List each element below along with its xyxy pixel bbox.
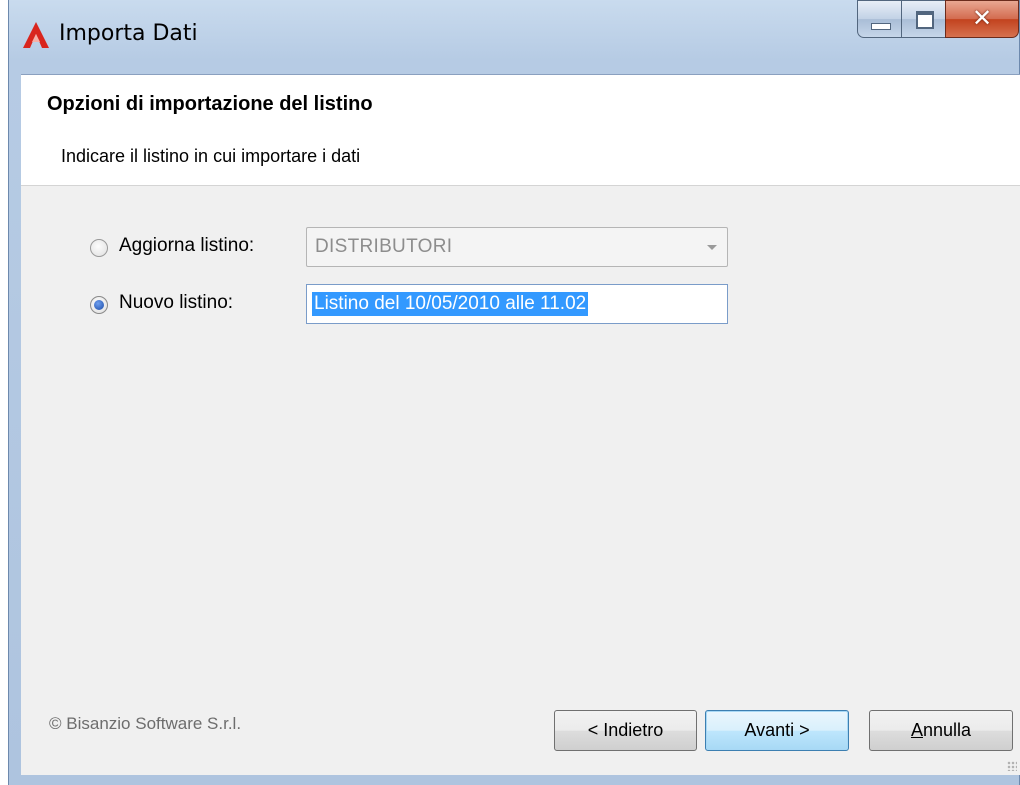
page-subtitle: Indicare il listino in cui importare i d… <box>61 146 361 166</box>
cancel-label-rest: nnulla <box>922 720 972 740</box>
next-button-label: Avanti > <box>744 720 810 740</box>
back-button-label: < Indietro <box>587 720 664 740</box>
chevron-down-icon <box>707 245 717 250</box>
update-listino-radio[interactable] <box>90 239 108 257</box>
cancel-button-label: Annulla <box>911 720 971 741</box>
wizard-header: Opzioni di importazione del listino Indi… <box>21 75 1020 186</box>
listino-dropdown-value: DISTRIBUTORI <box>315 236 453 257</box>
cancel-mnemonic: A <box>910 720 923 740</box>
import-data-window: Importa Dati ✕ Opzioni di importazione d… <box>8 0 1020 785</box>
window-title: Importa Dati <box>59 21 198 46</box>
dialog-client-area: Opzioni di importazione del listino Indi… <box>21 74 1020 775</box>
app-logo-icon <box>23 22 49 48</box>
close-icon: ✕ <box>971 4 993 32</box>
close-button[interactable]: ✕ <box>945 0 1019 38</box>
cancel-button[interactable]: Annulla <box>869 710 1013 751</box>
resize-grip-icon[interactable] <box>1007 761 1017 771</box>
new-listino-radio[interactable] <box>90 296 108 314</box>
new-listino-label[interactable]: Nuovo listino: <box>119 292 233 314</box>
title-bar[interactable]: Importa Dati ✕ <box>9 0 1019 80</box>
new-listino-input[interactable]: Listino del 10/05/2010 alle 11.02 <box>306 284 728 324</box>
listino-dropdown[interactable]: DISTRIBUTORI <box>306 227 728 267</box>
next-button[interactable]: Avanti > <box>705 710 849 751</box>
minimize-icon <box>871 23 891 30</box>
caption-buttons: ✕ <box>857 0 1019 40</box>
new-listino-input-value: Listino del 10/05/2010 alle 11.02 <box>312 292 589 316</box>
back-button[interactable]: < Indietro <box>554 710 697 751</box>
update-listino-label[interactable]: Aggiorna listino: <box>119 235 254 257</box>
maximize-icon <box>916 11 934 29</box>
page-title: Opzioni di importazione del listino <box>47 93 373 115</box>
maximize-button[interactable] <box>901 0 946 38</box>
copyright-text: © Bisanzio Software S.r.l. <box>49 714 242 733</box>
minimize-button[interactable] <box>857 0 902 38</box>
